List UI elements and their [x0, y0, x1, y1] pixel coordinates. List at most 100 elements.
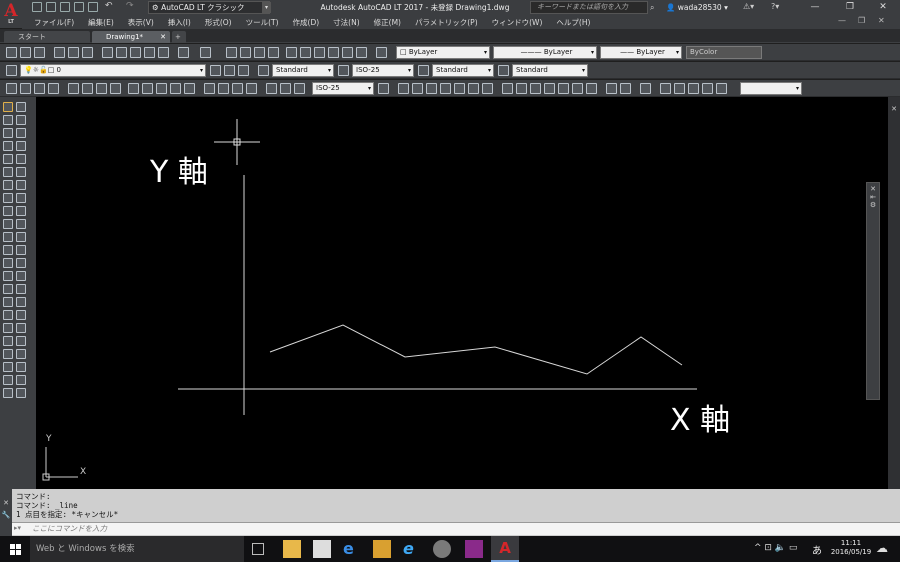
publish-icon[interactable] [82, 47, 93, 58]
circle-icon[interactable] [68, 83, 79, 94]
osnap-endpoint-icon[interactable] [502, 83, 513, 94]
table-style-icon[interactable] [418, 65, 429, 76]
palette-pin-icon[interactable]: ⇤ [867, 193, 879, 201]
menu-help[interactable]: ヘルプ(H) [556, 17, 590, 28]
binoculars-icon[interactable]: ⌕ [650, 2, 662, 13]
osnap-center-icon[interactable] [586, 83, 597, 94]
sheet-set-icon[interactable] [328, 47, 339, 58]
zoom-previous-icon[interactable] [268, 47, 279, 58]
ray-icon[interactable] [20, 83, 31, 94]
dock-close-icon[interactable]: ✕ [888, 105, 900, 113]
polygon-icon[interactable] [110, 83, 121, 94]
dim-baseline-icon[interactable] [246, 83, 257, 94]
close-icon[interactable]: ✕ [866, 0, 900, 15]
rotate-icon[interactable] [468, 83, 479, 94]
dim-break-icon[interactable] [294, 83, 305, 94]
donut-icon[interactable] [82, 83, 93, 94]
command-prompt-icon[interactable]: ▸▾ [14, 524, 21, 532]
arc-icon[interactable] [34, 83, 45, 94]
menu-window[interactable]: ウィンドウ(W) [492, 17, 543, 28]
quick-dim-icon[interactable] [232, 83, 243, 94]
text-style-icon[interactable] [258, 65, 269, 76]
chamfer-icon[interactable] [3, 206, 13, 216]
color-dropdown[interactable]: □ ByLayer ▾ [396, 46, 490, 59]
tab-start[interactable]: スタート [4, 31, 90, 43]
minimize-icon[interactable]: — [800, 0, 830, 15]
save-icon-2[interactable] [34, 47, 45, 58]
pentagon-icon[interactable] [16, 141, 26, 151]
field-icon[interactable] [3, 362, 13, 372]
redo-icon[interactable]: ↷ [126, 2, 136, 12]
hatch-icon[interactable] [3, 271, 13, 281]
new-icon[interactable] [6, 47, 17, 58]
osnap-intersection-icon[interactable] [516, 83, 527, 94]
help-icon-2[interactable] [376, 47, 387, 58]
menu-file[interactable]: ファイル(F) [34, 17, 74, 28]
file-explorer-icon[interactable] [283, 540, 301, 558]
viewport-icon[interactable] [640, 83, 651, 94]
mleader-style-icon[interactable] [498, 65, 509, 76]
notifications-icon[interactable]: ☁ [876, 541, 888, 555]
undo-icon-2[interactable] [178, 47, 189, 58]
command-window-grip[interactable]: ✕ 🔧 [0, 489, 12, 536]
gradient-icon[interactable] [3, 284, 13, 294]
dim-linear-icon[interactable] [128, 83, 139, 94]
text-edit-icon[interactable] [16, 336, 26, 346]
open-icon[interactable] [20, 47, 31, 58]
cloud-icon[interactable] [3, 323, 13, 333]
line-icon[interactable] [6, 83, 17, 94]
ime-indicator[interactable]: あ [812, 542, 822, 557]
dim-space-icon[interactable] [280, 83, 291, 94]
pan-icon[interactable] [226, 47, 237, 58]
abc-icon[interactable] [16, 375, 26, 385]
rectangle-icon[interactable] [3, 141, 13, 151]
undo-icon[interactable]: ↶ [105, 2, 115, 12]
osnap-quad-icon[interactable] [572, 83, 583, 94]
task-view-icon[interactable] [252, 543, 264, 555]
mtext-icon[interactable] [16, 323, 26, 333]
make-current-icon[interactable] [210, 65, 221, 76]
menu-insert[interactable]: 挿入(I) [168, 17, 191, 28]
block-editor-icon[interactable] [158, 47, 169, 58]
tab-drawing1[interactable]: Drawing1* ✕ [92, 31, 170, 43]
mleader-style-dropdown[interactable]: Standard ▾ [512, 64, 588, 77]
save-as-icon[interactable] [74, 2, 84, 12]
autocad-taskbar-icon[interactable]: A [491, 536, 519, 562]
lengthen-icon[interactable] [16, 271, 26, 281]
polygon-tool-icon[interactable] [3, 128, 13, 138]
table-style-dropdown[interactable]: Standard ▾ [432, 64, 494, 77]
dim-diameter-icon[interactable] [204, 83, 215, 94]
preview-icon[interactable] [68, 47, 79, 58]
doc-restore-icon[interactable]: ❐ [858, 16, 865, 25]
text-align-icon[interactable] [3, 388, 13, 398]
osnap-nearest-icon[interactable] [544, 83, 555, 94]
text-icon[interactable] [3, 336, 13, 346]
dim-angular-icon[interactable] [218, 83, 229, 94]
dim-ordinate-icon[interactable] [170, 83, 181, 94]
open-file-icon[interactable] [46, 2, 56, 12]
paste-icon[interactable] [130, 47, 141, 58]
close-tab-icon[interactable]: ✕ [160, 31, 166, 43]
mirror-icon[interactable] [426, 83, 437, 94]
command-input[interactable]: ここにコマンドを入力 [12, 522, 900, 535]
scale-icon[interactable] [482, 83, 493, 94]
app-logo[interactable]: A LT [0, 0, 22, 28]
revcloud-icon[interactable] [16, 128, 26, 138]
erase-icon[interactable] [16, 258, 26, 268]
join-icon[interactable] [16, 193, 26, 203]
redo-icon-2[interactable] [200, 47, 211, 58]
taskbar-clock[interactable]: 11:11 2016/05/19 [828, 539, 874, 557]
layout-icon-3[interactable] [688, 83, 699, 94]
grid-icon[interactable] [3, 167, 13, 177]
table-icon[interactable] [16, 310, 26, 320]
layout-icon-5[interactable] [716, 83, 727, 94]
help-icon[interactable]: ?▾ [771, 2, 779, 11]
spline-icon[interactable] [3, 232, 13, 242]
spell-icon[interactable] [3, 375, 13, 385]
command-settings-icon[interactable]: 🔧 [0, 511, 12, 519]
quick-access-menu-icon[interactable]: ▾ [262, 2, 271, 13]
move-tool-icon[interactable] [3, 180, 13, 190]
extend-icon[interactable] [16, 167, 26, 177]
point-icon[interactable] [3, 258, 13, 268]
calculator-icon[interactable] [356, 47, 367, 58]
